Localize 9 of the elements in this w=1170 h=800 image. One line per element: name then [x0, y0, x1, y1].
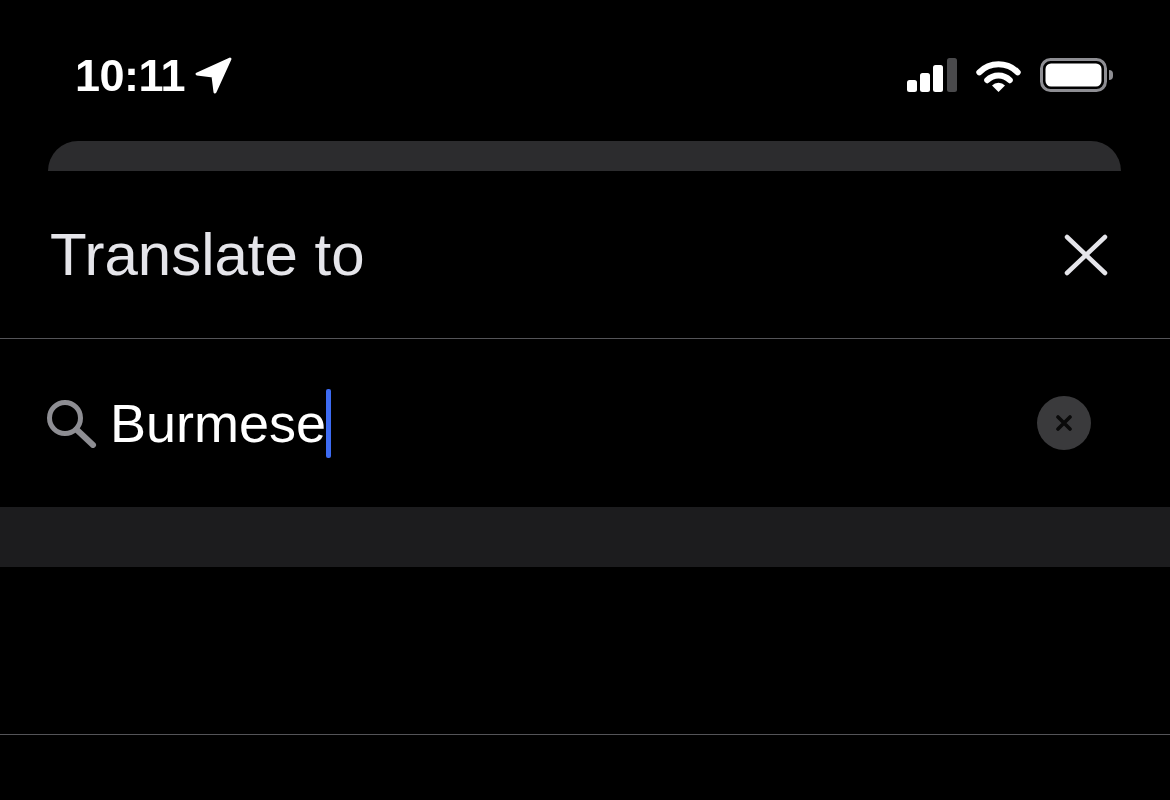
search-field[interactable]: Burmese [0, 339, 1170, 507]
battery-icon [1040, 58, 1114, 92]
status-time: 10:11 [75, 52, 186, 98]
search-icon [45, 398, 97, 448]
x-mark-icon [1056, 415, 1072, 431]
sheet-title: Translate to [50, 224, 365, 285]
signal-icon [907, 58, 957, 92]
location-arrow-icon [195, 56, 233, 94]
close-icon[interactable] [1064, 233, 1108, 276]
